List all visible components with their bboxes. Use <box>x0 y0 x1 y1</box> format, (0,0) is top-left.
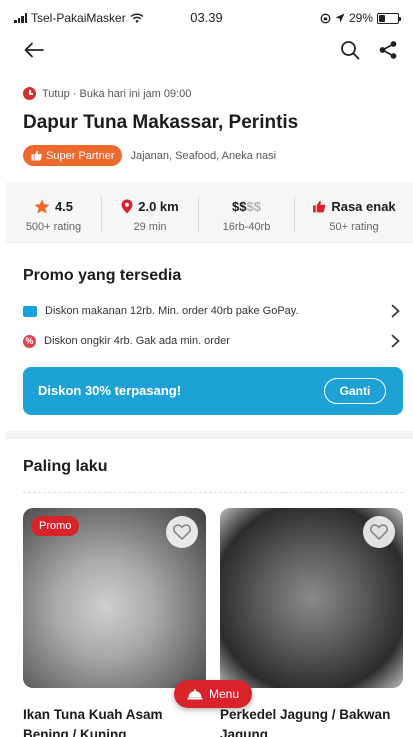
favorite-button[interactable] <box>363 516 395 548</box>
promo-item-ongkir[interactable]: % Diskon ongkir 4rb. Gak ada min. order <box>23 331 403 351</box>
super-partner-badge: Super Partner <box>23 145 123 166</box>
status-bar: Tsel-PakaiMasker 03.39 29% <box>0 0 413 36</box>
delivery-time: 29 min <box>133 221 167 233</box>
menu-item-image[interactable]: Promo <box>23 508 206 688</box>
rotation-lock-icon <box>320 13 331 23</box>
change-promo-button[interactable]: Ganti <box>324 378 386 404</box>
promo-item-text: Diskon makanan 12rb. Min. order 40rb pak… <box>45 305 299 317</box>
restaurant-tags: Super Partner Jajanan, Seafood, Aneka na… <box>23 145 276 166</box>
rating-count: 500+ rating <box>25 221 82 233</box>
distance-stat: 2.0 km 29 min <box>102 182 198 244</box>
promo-section-title: Promo yang tersedia <box>23 267 182 284</box>
heart-icon <box>370 524 388 540</box>
menu-button[interactable]: Menu <box>174 680 252 708</box>
section-divider <box>6 431 413 439</box>
stats-panel: 4.5 500+ rating 2.0 km 29 min $$$$ 16rb-… <box>6 182 413 244</box>
super-partner-label: Super Partner <box>46 149 115 162</box>
search-button[interactable] <box>338 38 362 62</box>
promo-item-gopay[interactable]: Diskon makanan 12rb. Min. order 40rb pak… <box>23 301 403 321</box>
menu-item-image[interactable] <box>220 508 403 688</box>
clock-icon <box>23 87 36 100</box>
discount-applied-text: Diskon 30% terpasang! <box>38 383 182 398</box>
location-pin-icon <box>121 199 133 214</box>
restaurant-name: Dapur Tuna Makassar, Perintis <box>23 112 299 133</box>
top-nav-bar <box>0 36 413 64</box>
promo-tag: Promo <box>31 516 80 536</box>
rating-value: 4.5 <box>54 199 74 214</box>
location-arrow-icon <box>335 13 345 23</box>
battery-percent: 29% <box>348 11 373 25</box>
opening-hours: Tutup · Buka hari ini jam 09:00 <box>23 87 191 100</box>
price-level-inactive: $$ <box>246 199 261 214</box>
chevron-right-icon <box>387 303 403 319</box>
discount-applied-banner: Diskon 30% terpasang! Ganti <box>23 367 403 415</box>
cloche-icon <box>187 689 203 700</box>
cuisine-list: Jajanan, Seafood, Aneka nasi <box>130 149 277 162</box>
dashed-divider <box>23 492 403 493</box>
share-button[interactable] <box>376 38 400 62</box>
chevron-right-icon <box>387 333 403 349</box>
promo-item-text: Diskon ongkir 4rb. Gak ada min. order <box>44 335 230 347</box>
rating-stat[interactable]: 4.5 500+ rating <box>6 182 101 244</box>
menu-item-name[interactable]: Ikan Tuna Kuah Asam Bening / Kuning <box>23 705 206 737</box>
menu-button-label: Menu <box>208 687 240 701</box>
battery-icon <box>377 12 401 24</box>
taste-count: 50+ rating <box>329 221 379 233</box>
price-stat: $$$$ 16rb-40rb <box>199 182 294 244</box>
share-icon <box>379 41 397 59</box>
thumbs-up-icon <box>313 200 326 213</box>
bestseller-section-title: Paling laku <box>23 458 108 475</box>
thumbs-up-icon <box>31 150 42 161</box>
price-level-active: $$ <box>232 199 247 214</box>
heart-icon <box>173 524 191 540</box>
back-button[interactable] <box>22 38 46 62</box>
taste-stat[interactable]: Rasa enak 50+ rating <box>295 182 413 244</box>
taste-label: Rasa enak <box>331 199 396 214</box>
search-icon <box>341 41 360 60</box>
star-icon <box>34 199 50 214</box>
opening-hours-text: Tutup · Buka hari ini jam 09:00 <box>42 87 192 100</box>
menu-item-name[interactable]: Perkedel Jagung / Bakwan Jagung <box>220 705 403 737</box>
discount-icon: % <box>23 334 36 348</box>
distance-value: 2.0 km <box>138 199 179 214</box>
gopay-icon <box>23 305 37 317</box>
back-arrow-icon <box>24 42 44 58</box>
price-level: $$$$ <box>232 199 261 214</box>
price-range: 16rb-40rb <box>222 221 271 233</box>
favorite-button[interactable] <box>166 516 198 548</box>
